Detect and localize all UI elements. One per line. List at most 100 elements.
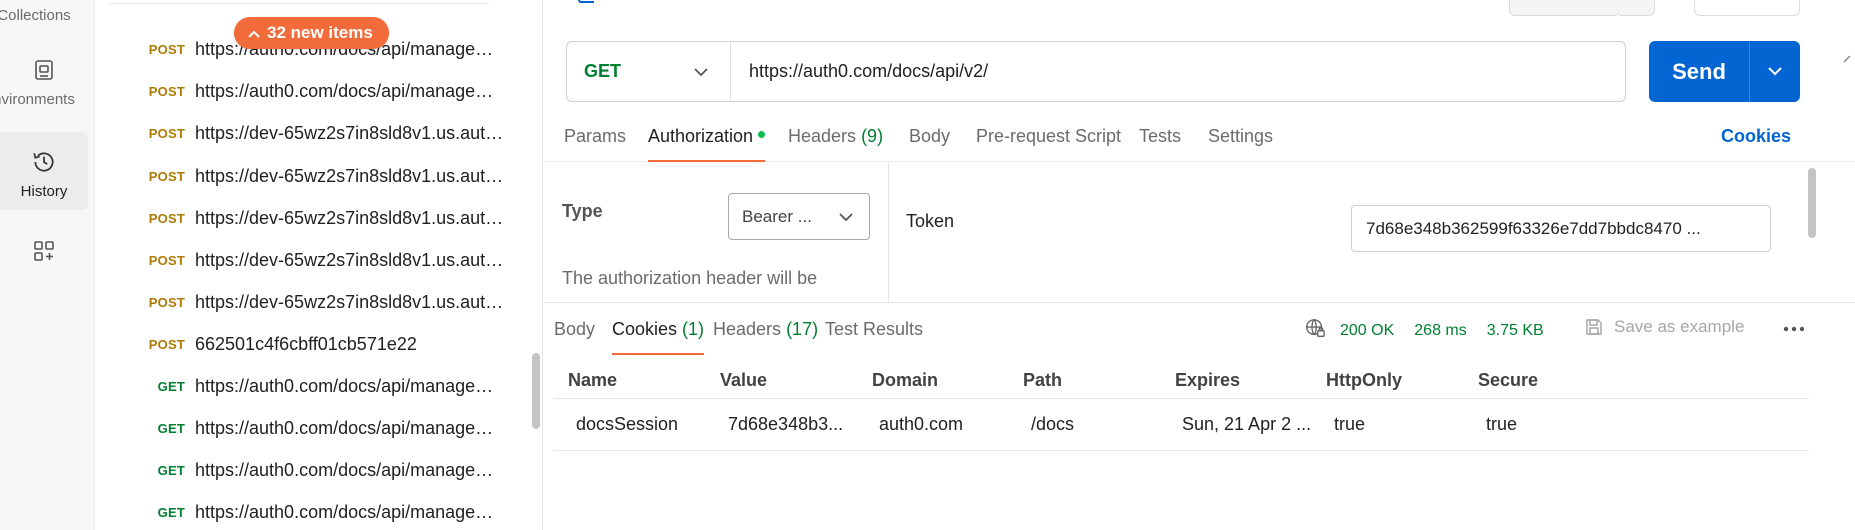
history-row[interactable]: GET https://auth0.com/docs/api/managemen… <box>95 407 535 449</box>
tab-label: Body <box>554 319 596 339</box>
tab-label: Headers <box>713 319 782 339</box>
history-divider <box>109 0 489 4</box>
send-button[interactable]: Send <box>1649 41 1800 102</box>
chevron-up-icon <box>248 23 260 43</box>
table-cell: true <box>1334 414 1366 434</box>
column-header: Name <box>568 370 618 390</box>
history-row[interactable]: GET https://auth0.com/docs/api/managemen… <box>95 491 535 530</box>
rail-item-environments[interactable]: Environments <box>0 40 88 118</box>
history-row[interactable]: POST 662501c4f6cbff01cb571e22 <box>95 323 535 365</box>
add-workspace-icon <box>31 238 57 264</box>
method-label: POST <box>148 252 185 268</box>
cookies-link[interactable]: Cookies <box>1721 126 1791 147</box>
history-row[interactable]: GET https://auth0.com/docs/api/managemen… <box>95 365 535 407</box>
tab-params[interactable]: Params <box>564 126 626 162</box>
tab-response-headers[interactable]: Headers (17) <box>713 319 818 355</box>
type-label: Type <box>562 201 603 221</box>
rail-item-label: History <box>20 183 68 200</box>
tab-body[interactable]: Body <box>909 126 950 162</box>
tab-authorization[interactable]: Authorization <box>648 126 766 162</box>
table-row[interactable]: docsSession 7d68e348b3... auth0.com /doc… <box>554 399 1809 451</box>
tab-label: Test Results <box>825 319 924 339</box>
auth-type-section: Type Bearer ... The authorization header… <box>544 163 889 302</box>
globe-lock-icon[interactable] <box>1304 317 1326 344</box>
more-options-icon[interactable] <box>1782 325 1806 333</box>
toolbar-button-stub[interactable] <box>1509 0 1620 16</box>
send-options-button[interactable] <box>1749 41 1800 102</box>
tab-response-body[interactable]: Body <box>554 319 595 355</box>
history-url: https://auth0.com/docs/api/management/v2… <box>195 459 505 480</box>
auth-type-select[interactable]: Bearer ... <box>728 193 870 240</box>
environments-icon <box>31 57 57 83</box>
response-size[interactable]: 3.75 KB <box>1487 322 1544 340</box>
tab-label: Tests <box>1139 126 1182 146</box>
new-items-badge[interactable]: 32 new items <box>234 17 389 49</box>
send-label: Send <box>1672 58 1726 84</box>
token-input[interactable]: 7d68e348b362599f63326e7dd7bbdc8470 ... <box>1351 205 1771 252</box>
history-row[interactable]: POST https://auth0.com/docs/api/manageme… <box>95 70 535 112</box>
url-input[interactable]: https://auth0.com/docs/api/v2/ <box>731 61 1625 82</box>
history-url: 662501c4f6cbff01cb571e22 <box>195 333 417 354</box>
tab-settings[interactable]: Settings <box>1208 126 1273 162</box>
history-url: https://auth0.com/docs/api/management/v2… <box>195 417 505 438</box>
history-scrollbar[interactable] <box>532 353 540 429</box>
table-cell: 7d68e348b3... <box>728 414 844 434</box>
toolbar-toggle-stub[interactable] <box>1694 0 1800 16</box>
history-row[interactable]: POST https://dev-65wz2s7in8sld8v1.us.aut… <box>95 112 535 154</box>
history-row[interactable]: POST https://dev-65wz2s7in8sld8v1.us.aut… <box>95 155 535 197</box>
rail-item-add-workspace[interactable] <box>0 222 88 282</box>
active-dot-icon <box>758 131 766 138</box>
column-header: Expires <box>1175 370 1241 390</box>
method-label: GET <box>157 420 185 436</box>
tab-count: (1) <box>682 319 705 339</box>
rail-item-label: Environments <box>0 91 75 108</box>
chevron-down-icon <box>839 207 853 227</box>
column-header: Domain <box>872 370 939 390</box>
history-icon <box>31 149 57 175</box>
back-arrow-icon[interactable] <box>576 0 596 4</box>
rail-item-history[interactable]: History <box>0 132 88 210</box>
request-tabs: Params Authorization Headers (9) Body Pr… <box>544 120 1855 162</box>
method-label: POST <box>148 210 185 226</box>
new-items-label: 32 new items <box>267 23 373 42</box>
method-select[interactable]: GET <box>567 42 731 101</box>
table-header-row: Name Value Domain Path Expires HttpOnly … <box>554 363 1809 399</box>
auth-scrollbar[interactable] <box>1808 168 1816 238</box>
method-label: GET <box>157 504 185 520</box>
edge-arrow-icon <box>1843 55 1851 63</box>
status-code[interactable]: 200 OK <box>1340 322 1394 340</box>
tab-response-cookies[interactable]: Cookies (1) <box>612 319 705 355</box>
response-tabs: Body Cookies (1) Headers (17) Test Resul… <box>544 303 1855 355</box>
tab-headers[interactable]: Headers (9) <box>788 126 883 162</box>
history-url: https://auth0.com/docs/api/management/v2… <box>195 501 505 522</box>
history-row[interactable]: POST https://dev-65wz2s7in8sld8v1.us.aut… <box>95 197 535 239</box>
method-label: POST <box>148 294 185 310</box>
response-time[interactable]: 268 ms <box>1414 322 1466 340</box>
history-url: https://dev-65wz2s7in8sld8v1.us.auth0.co… <box>195 207 505 228</box>
method-label: POST <box>148 125 185 141</box>
method-label: POST <box>148 41 185 57</box>
tab-test-results[interactable]: Test Results <box>825 319 923 355</box>
tab-pre-request-script[interactable]: Pre-request Script <box>976 126 1121 162</box>
response-status-group: 200 OK 268 ms 3.75 KB <box>1304 317 1564 344</box>
tab-count: (9) <box>861 126 884 146</box>
history-row[interactable]: POST https://dev-65wz2s7in8sld8v1.us.aut… <box>95 239 535 281</box>
column-header: Secure <box>1478 370 1539 390</box>
save-as-example-button[interactable]: Save as example <box>1584 317 1744 337</box>
method-value: GET <box>584 61 622 81</box>
tab-label: Headers <box>788 126 857 146</box>
rail-item-collections[interactable]: Collections <box>0 0 88 34</box>
history-url: https://auth0.com/docs/api/management/v2… <box>195 375 505 396</box>
tab-tests[interactable]: Tests <box>1139 126 1181 162</box>
toolbar-dropdown-stub[interactable] <box>1619 0 1655 16</box>
cookies-table: Name Value Domain Path Expires HttpOnly … <box>554 363 1809 451</box>
history-row[interactable]: POST https://dev-65wz2s7in8sld8v1.us.aut… <box>95 281 535 323</box>
table-cell: true <box>1486 414 1518 434</box>
token-label: Token <box>906 211 955 231</box>
tab-label: Cookies <box>612 319 678 339</box>
chevron-down-icon <box>694 61 708 82</box>
history-row[interactable]: GET https://auth0.com/docs/api/managemen… <box>95 449 535 491</box>
tab-label: Pre-request Script <box>976 126 1122 146</box>
table-cell: /docs <box>1031 414 1075 434</box>
method-label: GET <box>157 378 185 394</box>
